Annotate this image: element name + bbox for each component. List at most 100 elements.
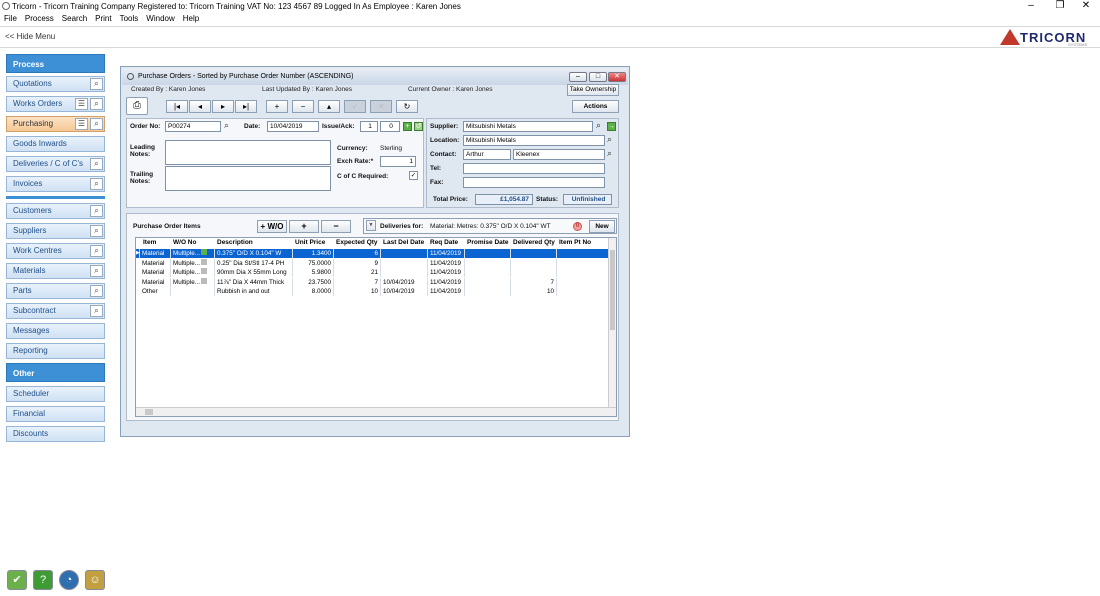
- table-cell[interactable]: [557, 278, 610, 287]
- column-header-description[interactable]: Description: [215, 238, 253, 248]
- increase-issue-icon[interactable]: +: [403, 122, 412, 131]
- sidebar-item-work-centres[interactable]: Work Centres ⌕: [6, 243, 105, 259]
- table-cell[interactable]: 23.7500: [293, 278, 334, 287]
- supplier-field[interactable]: Mitsubishi Metals: [463, 121, 593, 132]
- table-cell[interactable]: [171, 287, 215, 296]
- column-header-item-pt-no[interactable]: Item Pt No: [557, 238, 591, 248]
- ack-icon[interactable]: ↺: [414, 122, 423, 131]
- people-icon[interactable]: ☺: [85, 570, 105, 590]
- table-cell[interactable]: 8.0000: [293, 287, 334, 296]
- table-cell[interactable]: 10: [334, 287, 381, 296]
- remove-item-button[interactable]: −: [321, 220, 351, 233]
- table-cell[interactable]: Multiple...: [171, 278, 215, 287]
- restore-window-button[interactable]: ❐: [1053, 0, 1067, 13]
- table-cell[interactable]: 1.3400: [293, 249, 334, 258]
- table-cell[interactable]: [465, 268, 511, 277]
- sidebar-item-goods-inwards[interactable]: Goods Inwards: [6, 136, 105, 152]
- issue-field[interactable]: 1: [360, 121, 378, 132]
- delete-record-button[interactable]: −: [292, 100, 314, 113]
- table-cell[interactable]: Material: [140, 278, 171, 287]
- menu-print[interactable]: Print: [95, 14, 111, 23]
- sidebar-item-purchasing[interactable]: Purchasing ☰ ⌕: [6, 116, 105, 132]
- search-icon[interactable]: ⌕: [90, 118, 103, 130]
- search-icon[interactable]: ⌕: [90, 245, 103, 257]
- table-cell[interactable]: 10/04/2019: [381, 287, 428, 296]
- sidebar-item-discounts[interactable]: Discounts: [6, 426, 105, 442]
- hide-menu-link[interactable]: << Hide Menu: [5, 32, 55, 41]
- table-cell[interactable]: 11/04/2019: [428, 259, 465, 268]
- table-cell[interactable]: [511, 259, 557, 268]
- list-icon[interactable]: ☰: [75, 98, 88, 110]
- table-cell[interactable]: 5.9800: [293, 268, 334, 277]
- location-field[interactable]: Mitsubishi Metals: [463, 135, 605, 146]
- previous-record-button[interactable]: ◂: [189, 100, 211, 113]
- take-ownership-button[interactable]: Take Ownership: [567, 84, 619, 96]
- sidebar-item-financial[interactable]: Financial: [6, 406, 105, 422]
- search-icon[interactable]: ⌕: [90, 98, 103, 110]
- search-icon[interactable]: ⌕: [90, 158, 103, 170]
- table-cell[interactable]: 10: [511, 287, 557, 296]
- table-cell[interactable]: Multiple...: [171, 268, 215, 277]
- search-icon[interactable]: ⌕: [90, 205, 103, 217]
- contact-first-name-field[interactable]: Arthur: [463, 149, 511, 160]
- help-icon[interactable]: ?: [33, 570, 53, 590]
- table-cell[interactable]: 75.0000: [293, 259, 334, 268]
- order-search-icon[interactable]: ⌕: [224, 121, 234, 131]
- add-record-button[interactable]: +: [266, 100, 288, 113]
- table-row[interactable]: Material Multiple... 0.25" Dia St/Stl 17…: [136, 259, 610, 268]
- search-icon[interactable]: ⌕: [90, 265, 103, 277]
- table-cell[interactable]: 11/04/2019: [428, 287, 465, 296]
- menu-process[interactable]: Process: [25, 14, 54, 23]
- menu-help[interactable]: Help: [183, 14, 199, 23]
- table-cell[interactable]: [557, 268, 610, 277]
- location-search-icon[interactable]: ⌕: [607, 135, 617, 145]
- table-vertical-scrollbar[interactable]: [608, 238, 616, 408]
- table-horizontal-scrollbar[interactable]: [136, 407, 616, 416]
- contact-search-icon[interactable]: ⌕: [607, 149, 617, 159]
- close-window-button[interactable]: ✕: [1079, 0, 1093, 13]
- goto-wo-icon[interactable]: [200, 268, 207, 274]
- supplier-search-icon[interactable]: ⌕: [596, 121, 606, 131]
- menu-file[interactable]: File: [4, 14, 17, 23]
- table-cell[interactable]: [381, 268, 428, 277]
- menu-search[interactable]: Search: [62, 14, 87, 23]
- ack-field[interactable]: 0: [380, 121, 400, 132]
- window-close-button[interactable]: ✕: [608, 72, 626, 82]
- exch-rate-field[interactable]: 1: [380, 156, 416, 167]
- goto-wo-icon[interactable]: [200, 278, 207, 284]
- actions-button[interactable]: Actions: [572, 100, 619, 113]
- table-cell[interactable]: [557, 259, 610, 268]
- edit-record-button[interactable]: ▴: [318, 100, 340, 113]
- table-cell[interactable]: 11/04/2019: [428, 268, 465, 277]
- add-item-button[interactable]: +: [289, 220, 319, 233]
- search-icon[interactable]: ⌕: [90, 78, 103, 90]
- goto-wo-icon[interactable]: [200, 259, 207, 265]
- minimize-window-button[interactable]: –: [1024, 0, 1038, 13]
- sidebar-process-header[interactable]: Process: [6, 54, 105, 73]
- table-row[interactable]: Other Rubbish in and out 8.0000 10 10/04…: [136, 287, 610, 296]
- contact-last-name-field[interactable]: Kleenex: [513, 149, 605, 160]
- new-delivery-button[interactable]: New: [589, 220, 615, 233]
- attachment-icon[interactable]: ⎙: [126, 97, 148, 115]
- date-field[interactable]: 10/04/2019: [267, 121, 319, 132]
- sidebar-item-customers[interactable]: Customers ⌕: [6, 203, 105, 219]
- column-header-unit-price[interactable]: Unit Price: [293, 238, 325, 248]
- search-icon[interactable]: ⌕: [90, 285, 103, 297]
- table-cell[interactable]: Multiple...: [171, 249, 215, 258]
- table-cell[interactable]: 0.375" O/D X 0.104" W: [215, 249, 293, 258]
- sidebar-other-header[interactable]: Other: [6, 363, 105, 382]
- column-header-delivered-qty[interactable]: Delivered Qty: [511, 238, 555, 248]
- table-cell[interactable]: Material: [140, 249, 171, 258]
- search-icon[interactable]: ⌕: [90, 178, 103, 190]
- goto-wo-icon[interactable]: [200, 249, 207, 255]
- column-header-wo-no[interactable]: W/O No: [171, 238, 196, 248]
- menu-tools[interactable]: Tools: [120, 14, 139, 23]
- column-header-last-del-date[interactable]: Last Del Date: [381, 238, 424, 248]
- add-wo-button[interactable]: + W/O: [257, 220, 287, 233]
- cofc-required-checkbox[interactable]: ✓: [409, 171, 418, 180]
- sidebar-item-subcontract[interactable]: Subcontract ⌕: [6, 303, 105, 319]
- search-icon[interactable]: ⌕: [90, 225, 103, 237]
- table-cell[interactable]: 11⅞" Dia X 44mm Thick: [215, 278, 293, 287]
- sidebar-item-messages[interactable]: Messages: [6, 323, 105, 339]
- sidebar-item-invoices[interactable]: Invoices ⌕: [6, 176, 105, 192]
